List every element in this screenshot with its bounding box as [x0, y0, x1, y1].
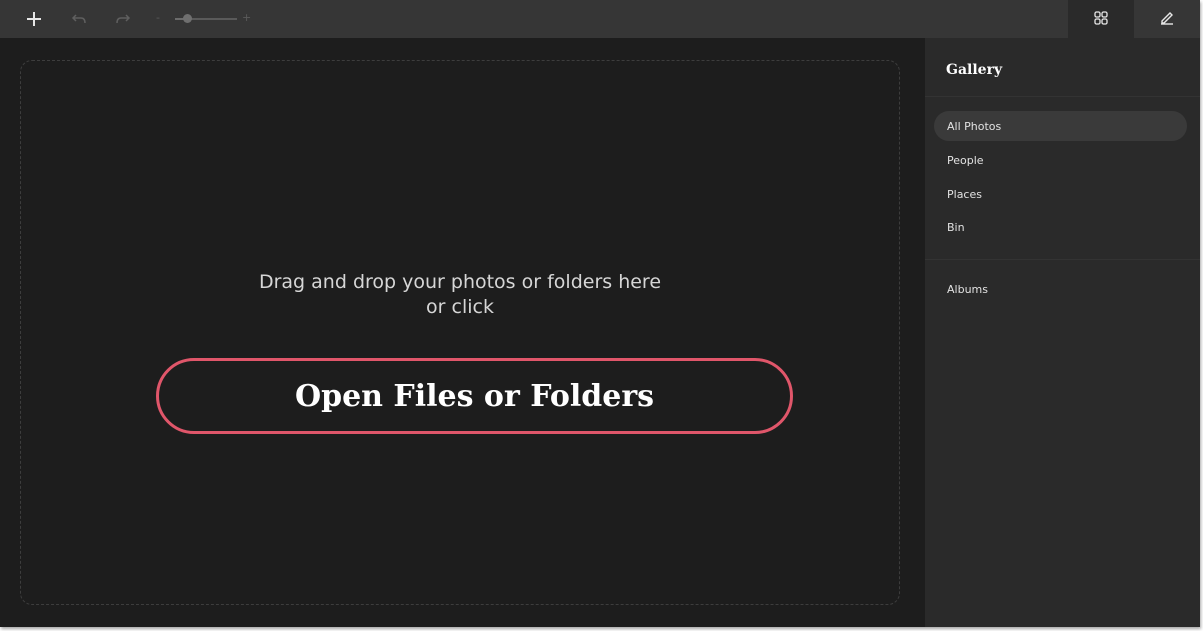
grid-view-button[interactable] — [1068, 0, 1134, 38]
zoom-thumb[interactable] — [183, 14, 193, 23]
edit-button[interactable] — [1134, 0, 1200, 38]
sidebar-divider — [925, 96, 1200, 97]
drop-text-line2: or click — [426, 296, 494, 318]
sidebar-item-places[interactable]: Places — [934, 179, 1187, 209]
grid-icon — [1094, 10, 1108, 29]
open-files-button[interactable]: Open Files or Folders — [156, 358, 793, 434]
sidebar: Gallery All Photos People Places Bin Alb… — [925, 38, 1200, 627]
zoom-slider[interactable]: - + — [150, 0, 260, 38]
main-area: Drag and drop your photos or folders her… — [0, 38, 925, 627]
zoom-in-label[interactable]: + — [242, 11, 251, 24]
drop-zone[interactable] — [20, 60, 900, 605]
undo-icon[interactable] — [64, 0, 94, 38]
toolbar: - + — [0, 0, 1200, 38]
pencil-icon — [1159, 9, 1175, 29]
sidebar-item-bin[interactable]: Bin — [934, 212, 1187, 242]
zoom-out-label[interactable]: - — [156, 11, 160, 24]
sidebar-item-people[interactable]: People — [934, 145, 1187, 175]
redo-icon[interactable] — [108, 0, 138, 38]
drop-text-line1: Drag and drop your photos or folders her… — [258, 271, 662, 293]
sidebar-item-all-photos[interactable]: All Photos — [934, 111, 1187, 141]
sidebar-divider — [925, 259, 1200, 260]
plus-icon[interactable] — [19, 0, 49, 38]
drop-instructions: Drag and drop your photos or folders her… — [160, 270, 760, 320]
sidebar-item-albums[interactable]: Albums — [934, 274, 1187, 304]
sidebar-title: Gallery — [946, 62, 1003, 78]
app-window: - + Drag and drop your photos or folders… — [0, 0, 1200, 627]
